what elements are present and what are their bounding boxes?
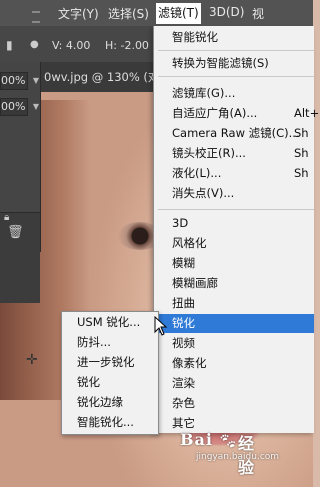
paw-icon: 🐾︎: [218, 432, 238, 450]
menu-item-render[interactable]: 渲染: [154, 374, 314, 393]
menu-item-blur[interactable]: 模糊: [154, 254, 314, 273]
opacity-value: 00%: [1, 74, 26, 87]
layers-panel: 00% ▼ 00% ▼: [0, 62, 41, 303]
toggle-icon[interactable]: ●: [30, 39, 39, 50]
submenu-item-shake-reduction[interactable]: 防抖...: [62, 333, 158, 352]
watermark-url: jingyan.baidu.com: [196, 452, 280, 462]
menu-item-noise[interactable]: 杂色: [154, 394, 314, 413]
sharpen-submenu: USM 锐化... 防抖... 进一步锐化 锐化 锐化边缘 智能锐化...: [61, 311, 159, 435]
menu-item-other[interactable]: 其它: [154, 414, 314, 433]
chevron-down-icon[interactable]: ▼: [33, 99, 39, 115]
menu-item-camera-raw[interactable]: Camera Raw 滤镜(C)... Sh: [154, 124, 314, 143]
mouse-pointer-icon: [154, 316, 168, 336]
options-bar: ▮ ● V: 4.00 H: -2.00: [0, 26, 160, 62]
crosshair-icon: ✛: [26, 352, 38, 368]
fill-field[interactable]: 00% ▼: [0, 98, 39, 116]
submenu-item-smart-sharpen[interactable]: 智能锐化...: [62, 413, 158, 432]
menu-filter[interactable]: 滤镜(T): [156, 3, 201, 24]
menu-3d[interactable]: 3D(D): [209, 5, 244, 19]
menu-bar: 文字(Y) 选择(S) 滤镜(T) 3D(D) 视: [0, 0, 313, 26]
menu-item-liquify[interactable]: 液化(L)... Sh: [154, 164, 314, 183]
menu-separator: [158, 50, 314, 51]
menu-item-smart-sharpen-last[interactable]: 智能锐化: [154, 28, 314, 47]
menu-separator: [158, 209, 314, 210]
lock-icon[interactable]: 🔒︎: [4, 212, 9, 223]
trash-icon[interactable]: 🗑︎: [7, 225, 24, 240]
menu-item-blur-gallery[interactable]: 模糊画廊: [154, 274, 314, 293]
submenu-item-sharpen-edges[interactable]: 锐化边缘: [62, 393, 158, 412]
menu-item-sharpen[interactable]: 锐化: [154, 314, 314, 333]
menu-item-lens-correction[interactable]: 镜头校正(R)... Sh: [154, 144, 314, 163]
fill-value: 00%: [1, 100, 26, 113]
menu-separator: [158, 76, 314, 77]
menu-select[interactable]: 选择(S): [108, 5, 149, 22]
menu-item-pixelate[interactable]: 像素化: [154, 354, 314, 373]
menu-view[interactable]: 视: [252, 5, 264, 22]
doc-icon[interactable]: ▮: [6, 38, 13, 52]
menu-item-distort[interactable]: 扭曲: [154, 294, 314, 313]
h-value: H: -2.00: [105, 39, 149, 52]
document-tab-title[interactable]: 0wv.jpg @ 130% (对比: [44, 69, 171, 85]
menu-item-adaptive-wide-angle[interactable]: 自适应广角(A)...Alt+Sh: [154, 104, 320, 123]
opacity-field[interactable]: 00% ▼: [0, 72, 39, 90]
watermark-logo-text: Bai: [180, 430, 213, 449]
submenu-item-sharpen[interactable]: 锐化: [62, 373, 158, 392]
v-value: V: 4.00: [52, 39, 91, 52]
submenu-item-usm-sharpen[interactable]: USM 锐化...: [62, 313, 158, 332]
submenu-item-sharpen-more[interactable]: 进一步锐化: [62, 353, 158, 372]
chevron-down-icon[interactable]: ▼: [33, 73, 39, 89]
menu-item-vanishing-point[interactable]: 消失点(V)...: [154, 184, 314, 203]
menu-item-3d[interactable]: 3D: [154, 214, 314, 233]
filter-menu: 智能锐化 转换为智能滤镜(S) 滤镜库(G)... 自适应广角(A)... Alt…: [153, 26, 320, 433]
menu-item-stylize[interactable]: 风格化: [154, 234, 314, 253]
menu-item-video[interactable]: 视频: [154, 334, 314, 353]
menu-item-filter-gallery[interactable]: 滤镜库(G)...: [154, 84, 314, 103]
panel-grip-icon[interactable]: [32, 11, 40, 23]
menu-type[interactable]: 文字(Y): [58, 5, 99, 22]
watermark: Bai 🐾︎ 经验 jingyan.baidu.com: [180, 430, 279, 477]
menu-item-convert-smart-filter[interactable]: 转换为智能滤镜(S): [154, 54, 314, 73]
